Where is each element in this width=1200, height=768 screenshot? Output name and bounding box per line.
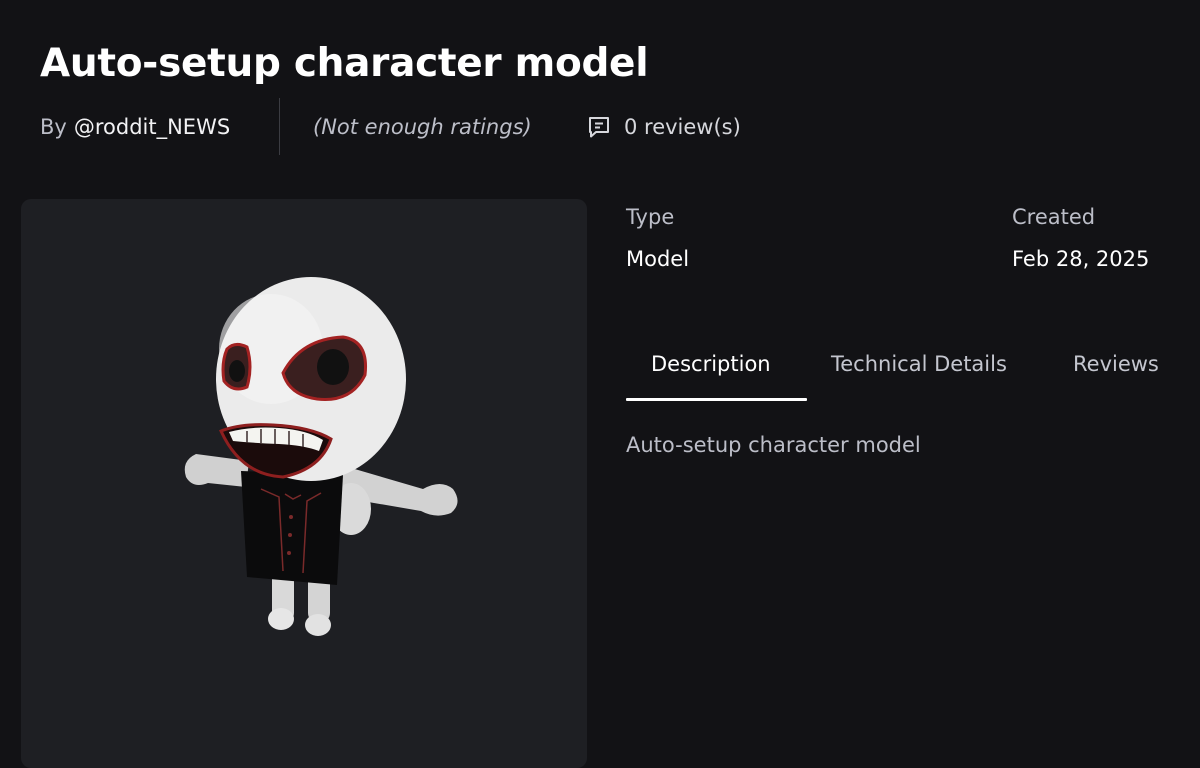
suit-button-2 [288, 533, 292, 537]
by-prefix: By [40, 115, 67, 139]
character-pupil-right [317, 349, 349, 385]
page-title: Auto-setup character model [40, 41, 649, 86]
creator-link[interactable]: @roddit_NEWS [74, 115, 230, 139]
type-value: Model [626, 247, 690, 271]
character-model-image [184, 277, 458, 636]
reviews-count-label: 0 review(s) [624, 115, 741, 139]
created-value: Feb 28, 2025 [1012, 247, 1150, 271]
character-torso [241, 471, 343, 585]
tab-description[interactable]: Description [651, 346, 771, 382]
character-foot-left [268, 608, 294, 630]
character-pupil-left [229, 360, 245, 382]
type-label: Type [626, 205, 675, 229]
tab-reviews[interactable]: Reviews [1073, 346, 1159, 382]
header-divider [279, 98, 280, 155]
asset-thumbnail[interactable] [21, 199, 587, 768]
reviews-count-link[interactable]: 0 review(s) [586, 110, 741, 144]
comment-icon [586, 114, 612, 140]
suit-button-1 [289, 515, 293, 519]
character-foot-right [305, 614, 331, 636]
suit-button-3 [287, 551, 291, 555]
description-text: Auto-setup character model [626, 433, 921, 457]
rating-status: (Not enough ratings) [313, 115, 532, 139]
tab-technical-details[interactable]: Technical Details [831, 346, 1007, 382]
created-label: Created [1012, 205, 1096, 229]
active-tab-indicator [626, 398, 807, 401]
creator-byline: By @roddit_NEWS [40, 110, 230, 144]
